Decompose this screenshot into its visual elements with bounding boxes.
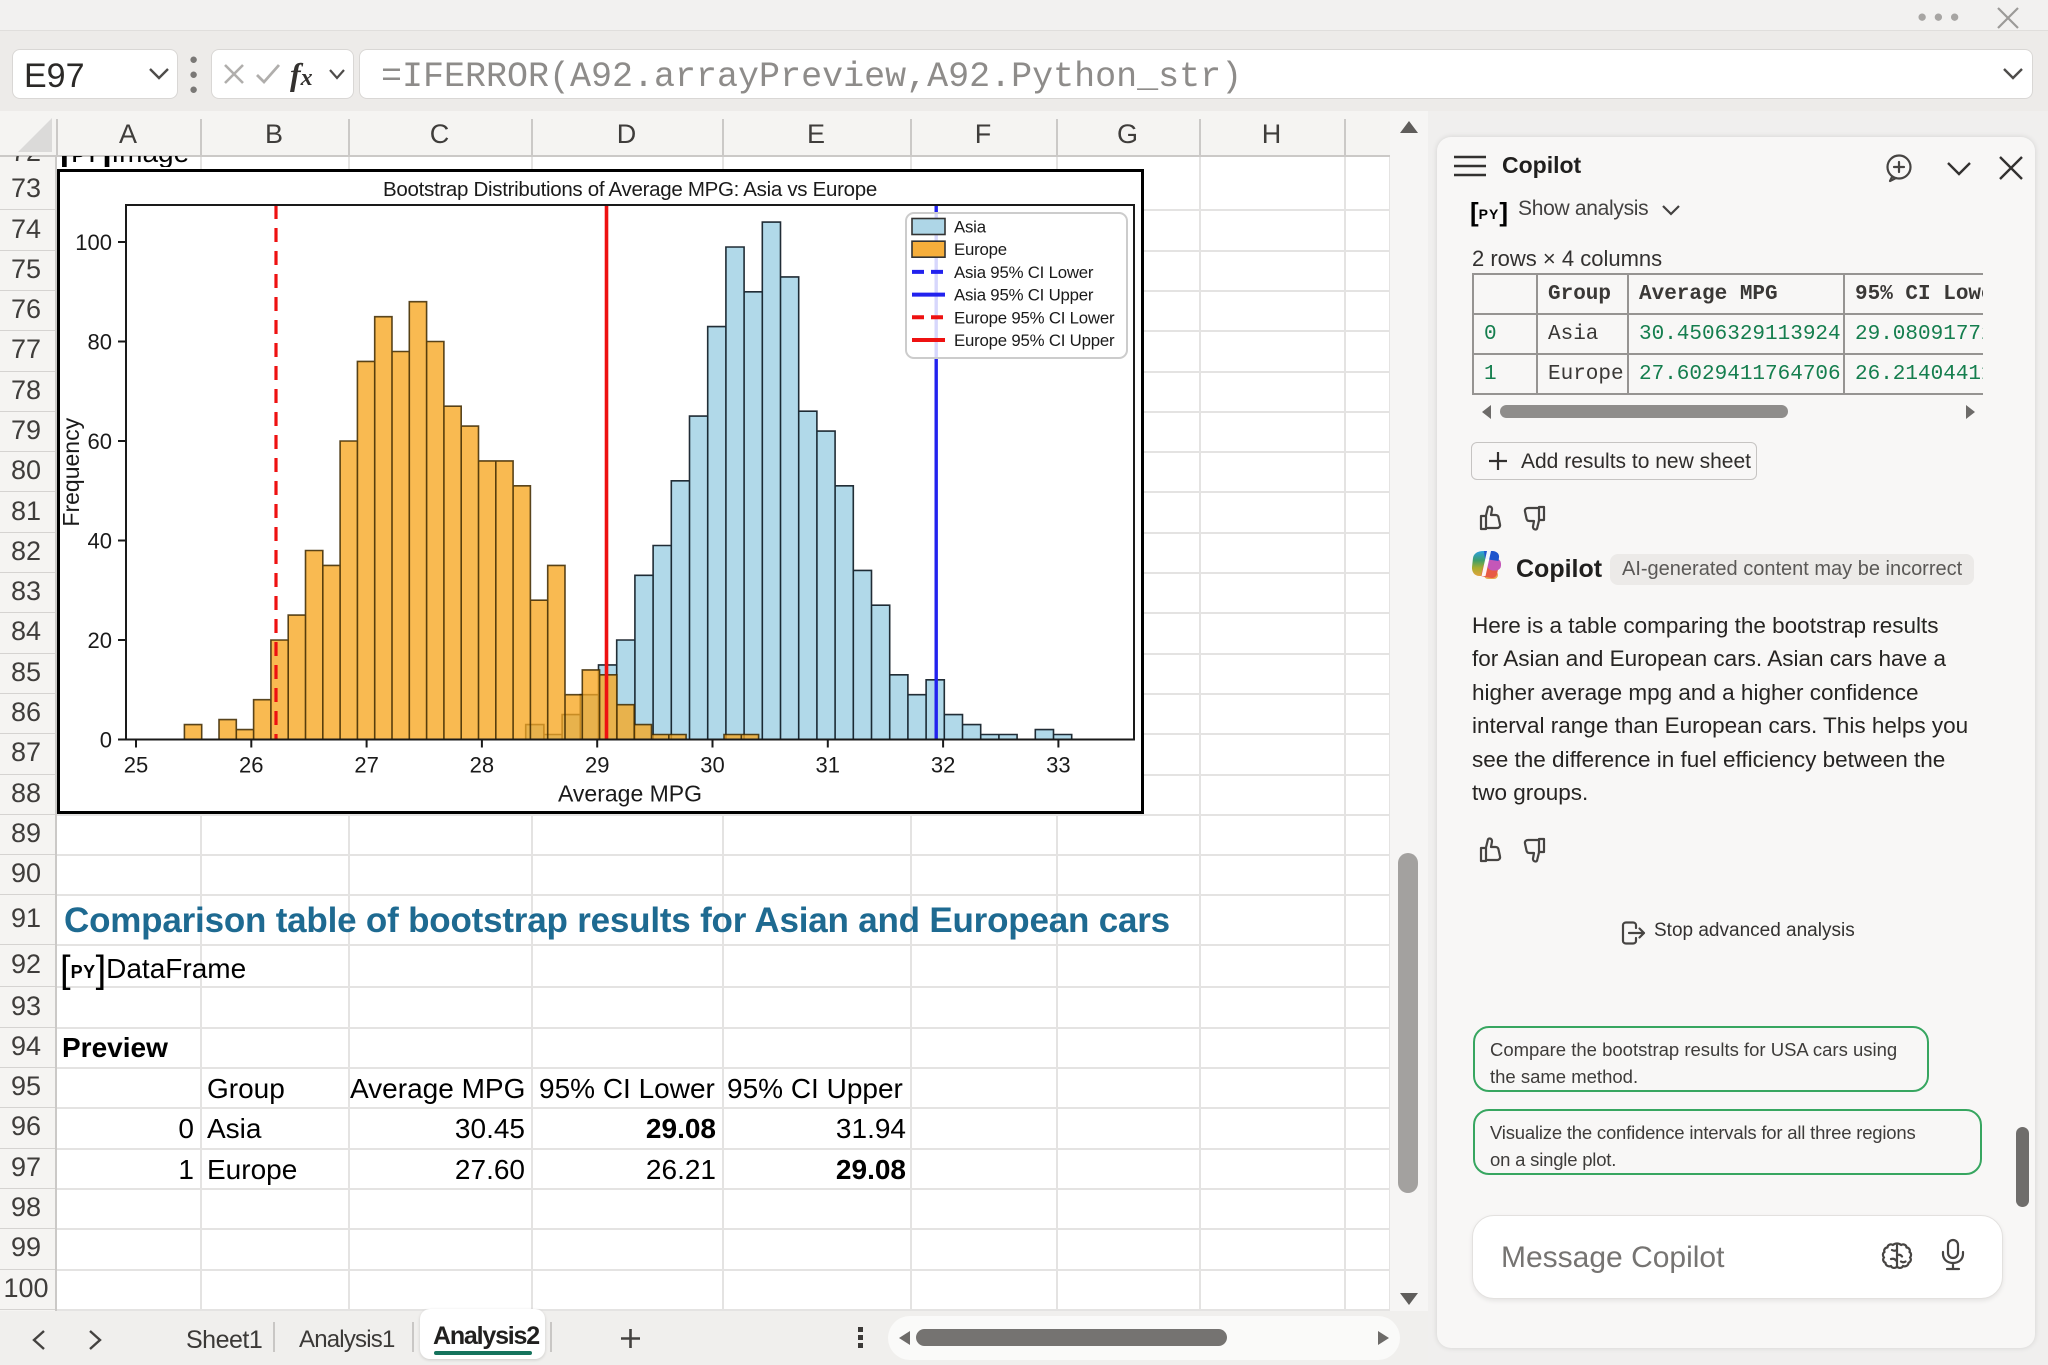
svg-text:28: 28 <box>470 753 494 778</box>
svg-text:40: 40 <box>88 529 112 554</box>
svg-text:Europe 95% CI Upper: Europe 95% CI Upper <box>954 331 1115 350</box>
svg-text:31: 31 <box>816 753 840 778</box>
svg-text:25: 25 <box>124 753 148 778</box>
svg-text:Europe 95% CI Lower: Europe 95% CI Lower <box>954 308 1115 327</box>
svg-text:27: 27 <box>354 753 378 778</box>
svg-text:Asia: Asia <box>954 218 987 237</box>
svg-text:Europe: Europe <box>954 240 1007 259</box>
svg-text:Average MPG: Average MPG <box>558 781 702 807</box>
svg-text:30: 30 <box>700 753 724 778</box>
svg-text:80: 80 <box>88 330 112 355</box>
svg-text:33: 33 <box>1046 753 1070 778</box>
svg-text:26: 26 <box>239 753 263 778</box>
svg-text:Bootstrap Distributions of Ave: Bootstrap Distributions of Average MPG: … <box>383 178 877 201</box>
svg-text:20: 20 <box>88 628 112 653</box>
svg-text:32: 32 <box>931 753 955 778</box>
svg-text:29: 29 <box>585 753 609 778</box>
svg-text:Asia 95% CI Upper: Asia 95% CI Upper <box>954 286 1094 305</box>
svg-text:60: 60 <box>88 429 112 454</box>
svg-text:0: 0 <box>100 728 112 753</box>
svg-text:100: 100 <box>75 230 112 255</box>
svg-text:Frequency: Frequency <box>58 417 84 526</box>
svg-text:Asia 95% CI Lower: Asia 95% CI Lower <box>954 263 1094 282</box>
